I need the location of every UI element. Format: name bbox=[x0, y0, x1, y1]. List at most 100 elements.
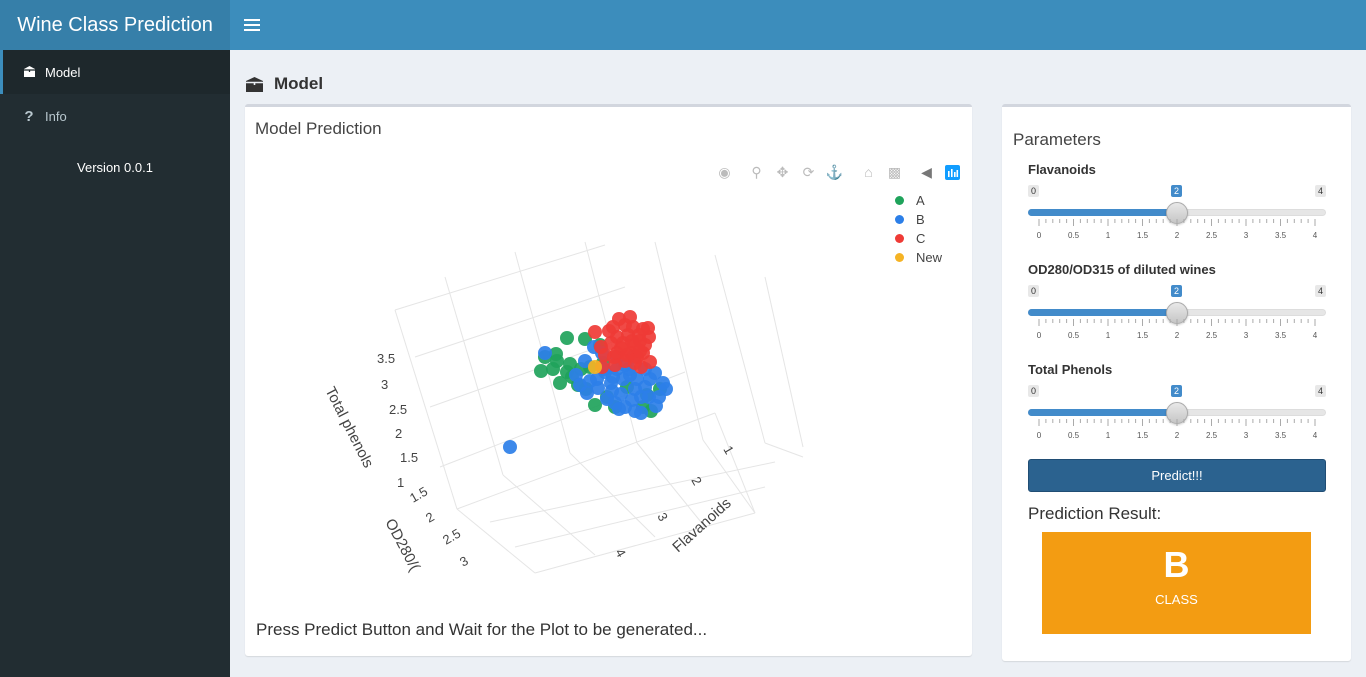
orbit-icon[interactable]: ⟳ bbox=[799, 163, 818, 181]
model-box-title: Model Prediction bbox=[255, 119, 382, 138]
sidebar-item-label: Info bbox=[45, 108, 67, 124]
grid-line bbox=[714, 254, 766, 444]
home-icon[interactable]: ⌂ bbox=[859, 163, 878, 181]
grid-line bbox=[764, 442, 804, 458]
plot-canvas[interactable]: 11.522.533.51.522.531234Total phenolsOD2… bbox=[245, 157, 972, 577]
scatter-point bbox=[588, 325, 602, 339]
scatter-point bbox=[588, 398, 602, 412]
grid-line bbox=[654, 241, 704, 441]
app-title[interactable]: Wine Class Prediction bbox=[0, 0, 230, 50]
slider-tick-label: 2.5 bbox=[1205, 331, 1218, 340]
slider-max: 4 bbox=[1314, 385, 1326, 397]
scatter-point bbox=[573, 378, 587, 392]
legend-item-a[interactable]: A bbox=[895, 191, 942, 210]
od280-slider[interactable]: 0 4 2 0 0.5 1 1.5 2 2.5 3 3.5 4 bbox=[1028, 285, 1326, 347]
scatter-point bbox=[606, 370, 620, 384]
scatter-point bbox=[659, 382, 673, 396]
x-axis-title: Flavanoids bbox=[669, 495, 734, 556]
camera-icon[interactable]: ◉ bbox=[715, 163, 734, 181]
z-axis-title: Total phenols bbox=[321, 384, 376, 470]
slider-tick-label: 0 bbox=[1036, 231, 1042, 240]
slider-value: 2 bbox=[1171, 185, 1183, 197]
slider-ticks bbox=[1038, 219, 1316, 226]
x-tick-label: 1 bbox=[720, 443, 737, 457]
pan-icon[interactable]: ✥ bbox=[773, 163, 792, 181]
scatter-point bbox=[550, 354, 564, 368]
grid-line bbox=[456, 412, 716, 510]
top-navbar bbox=[230, 0, 1366, 50]
flavanoids-slider[interactable]: 0 4 2 0 0.5 1 1.5 2 2.5 3 3.5 4 bbox=[1028, 185, 1326, 247]
plotly-logo-icon[interactable] bbox=[943, 163, 962, 181]
grid-line bbox=[489, 461, 776, 523]
prediction-class-value: B bbox=[1163, 544, 1190, 585]
slider-tick-labels: 0 0.5 1 1.5 2 2.5 3 3.5 4 bbox=[1028, 231, 1326, 243]
plot-toolbar: ◉ ⚲ ✥ ⟳ ⚓ ⌂ ▩ ◀ bbox=[715, 163, 962, 181]
menu-toggle-icon[interactable] bbox=[244, 15, 260, 35]
scatter-3d-plot[interactable]: 1 1.5 2 2.5 3 3.5 1.5 2 2.5 3 1 2 3 4 Total phenols OD2… bbox=[245, 157, 972, 577]
z-tick-label: 2.5 bbox=[389, 402, 407, 417]
total-phenols-slider[interactable]: 0 4 2 0 0.5 1 1.5 2 2.5 3 3.5 4 bbox=[1028, 385, 1326, 447]
grid-line bbox=[764, 276, 804, 448]
slider-tick-label: 1 bbox=[1105, 331, 1111, 340]
grid-line bbox=[502, 474, 596, 556]
zoom-icon[interactable]: ⚲ bbox=[747, 163, 766, 181]
z-tick-label: 2 bbox=[395, 426, 402, 441]
legend-item-new[interactable]: New bbox=[895, 248, 942, 267]
turntable-icon[interactable]: ⚓ bbox=[825, 163, 844, 181]
scatter-point bbox=[633, 344, 647, 358]
slider-tick-label: 0 bbox=[1036, 331, 1042, 340]
legend-dot bbox=[895, 234, 904, 243]
y-tick-label: 2 bbox=[423, 509, 437, 526]
slider-tick-labels: 0 0.5 1 1.5 2 2.5 3 3.5 4 bbox=[1028, 431, 1326, 443]
slider-tick-label: 1 bbox=[1105, 431, 1111, 440]
scatter-point bbox=[594, 340, 608, 354]
slider-tick-label: 2.5 bbox=[1205, 231, 1218, 240]
slider-max: 4 bbox=[1314, 185, 1326, 197]
slider-tick-label: 4 bbox=[1312, 231, 1318, 240]
slider-ticks bbox=[1038, 419, 1316, 426]
scatter-point bbox=[649, 399, 663, 413]
scatter-point bbox=[534, 364, 548, 378]
slider-fill bbox=[1028, 309, 1177, 316]
legend-item-c[interactable]: C bbox=[895, 229, 942, 248]
predict-button[interactable]: Predict!!! bbox=[1028, 459, 1326, 492]
scatter-point bbox=[625, 393, 639, 407]
grid-line bbox=[534, 512, 756, 574]
slider-tick-label: 0.5 bbox=[1067, 231, 1080, 240]
sidebar-item-model[interactable]: Model bbox=[0, 50, 230, 94]
y-tick-label: 2.5 bbox=[440, 526, 463, 548]
legend-dot bbox=[895, 253, 904, 262]
slider-max: 4 bbox=[1314, 285, 1326, 297]
y-tick-label: 1.5 bbox=[407, 484, 430, 506]
parameters-box: Parameters Flavanoids 0 4 2 0 0.5 1 1.5 2 2.5 3 3.… bbox=[1002, 104, 1351, 661]
prediction-class-caption: CLASS bbox=[1155, 592, 1198, 607]
slider-min: 0 bbox=[1028, 385, 1040, 397]
question-icon: ? bbox=[24, 107, 34, 125]
z-tick-label: 3 bbox=[381, 377, 388, 392]
sidebar-item-info[interactable]: ? Info bbox=[0, 94, 230, 138]
slider-tick-label: 2 bbox=[1174, 231, 1180, 240]
x-tick-label: 4 bbox=[612, 546, 629, 560]
slider-tick-label: 2 bbox=[1174, 331, 1180, 340]
slider-min: 0 bbox=[1028, 185, 1040, 197]
scatter-point bbox=[588, 360, 602, 374]
scatter-point bbox=[612, 402, 626, 416]
slider-tick-label: 0 bbox=[1036, 431, 1042, 440]
status-text: Press Predict Button and Wait for the Pl… bbox=[256, 620, 708, 639]
od280-label: OD280/OD315 of diluted wines bbox=[1028, 262, 1216, 277]
slider-min: 0 bbox=[1028, 285, 1040, 297]
video-icon[interactable]: ▩ bbox=[885, 163, 904, 181]
slider-tick-label: 3.5 bbox=[1274, 431, 1287, 440]
slider-tick-label: 1.5 bbox=[1136, 431, 1149, 440]
x-tick-label: 3 bbox=[654, 510, 671, 524]
slider-tick-labels: 0 0.5 1 1.5 2 2.5 3 3.5 4 bbox=[1028, 331, 1326, 343]
slider-tick-label: 1.5 bbox=[1136, 331, 1149, 340]
plot-legend: A B C New bbox=[895, 191, 942, 267]
legend-dot bbox=[895, 215, 904, 224]
y-tick-label: 3 bbox=[457, 553, 471, 570]
legend-item-b[interactable]: B bbox=[895, 210, 942, 229]
z-tick-label: 1.5 bbox=[400, 450, 418, 465]
scatter-point bbox=[620, 348, 634, 362]
spike-icon[interactable]: ◀ bbox=[917, 163, 936, 181]
slider-ticks bbox=[1038, 319, 1316, 326]
